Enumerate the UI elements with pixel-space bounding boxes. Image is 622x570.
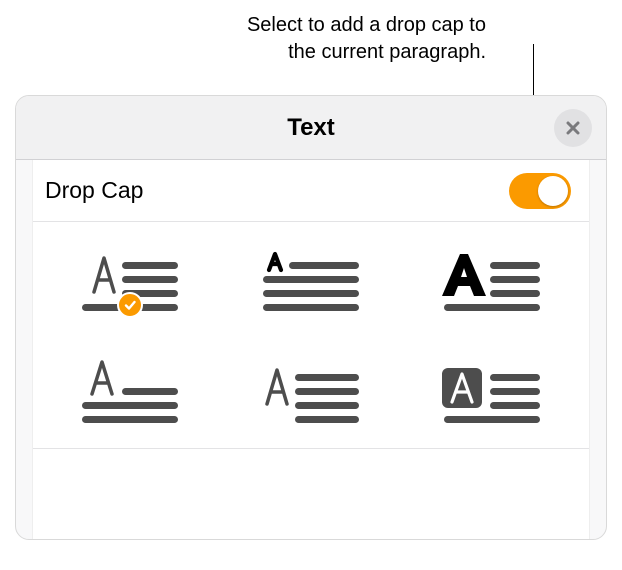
drop-cap-toggle-row: Drop Cap — [33, 160, 589, 222]
dropcap-style-icon — [253, 360, 369, 432]
text-format-panel: Text Drop Cap — [15, 95, 607, 540]
dropcap-style-icon — [434, 360, 550, 432]
drop-cap-style-1[interactable] — [39, 248, 220, 320]
dropcap-style-icon — [72, 360, 188, 432]
dropcap-style-icon — [434, 248, 550, 320]
panel-body: Drop Cap — [32, 160, 590, 539]
drop-cap-styles-grid — [33, 222, 589, 449]
drop-cap-style-5[interactable] — [220, 360, 401, 432]
drop-cap-style-3[interactable] — [402, 248, 583, 320]
close-button[interactable] — [554, 109, 592, 147]
drop-cap-label: Drop Cap — [45, 177, 143, 204]
annotation-callout-text: Select to add a drop cap to the current … — [247, 12, 486, 66]
panel-title: Text — [287, 114, 335, 142]
dropcap-style-icon — [253, 248, 369, 320]
close-icon — [565, 120, 581, 136]
drop-cap-style-2[interactable] — [220, 248, 401, 320]
selected-check-icon — [117, 292, 143, 318]
toggle-knob — [538, 176, 568, 206]
drop-cap-toggle[interactable] — [509, 173, 571, 209]
panel-header: Text — [16, 96, 606, 160]
drop-cap-style-4[interactable] — [39, 360, 220, 432]
drop-cap-style-6[interactable] — [402, 360, 583, 432]
